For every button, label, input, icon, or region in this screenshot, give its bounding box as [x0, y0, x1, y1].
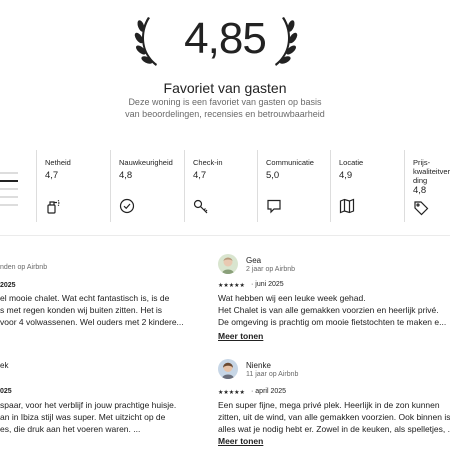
review-text-line: spaar, voor het verblijf in jouw prachti…	[0, 400, 177, 410]
review-date: 2025	[0, 282, 16, 289]
review-text-line: es, die druk aan het voeren waren. ...	[0, 424, 141, 434]
category-label-line: Prijs-	[413, 158, 431, 167]
category-location: Locatie 4,9	[330, 150, 405, 222]
reviewer-tenure: 2 jaar op Airbnb	[246, 266, 296, 273]
category-checkin: Check-in 4,7	[184, 150, 258, 222]
distribution-bar	[0, 188, 18, 190]
review-date-text: april 2025	[255, 388, 287, 395]
laurel-right-icon	[275, 17, 298, 66]
rating-distribution	[0, 150, 32, 222]
category-accuracy: Nauwkeurigheid 4,8	[110, 150, 185, 222]
review-text-line: s met regen konden wij buiten zitten. He…	[0, 305, 163, 315]
distribution-bar	[0, 172, 18, 174]
map-icon	[339, 198, 355, 214]
spray-bottle-icon	[47, 199, 60, 214]
key-icon	[193, 199, 208, 214]
category-label: Nauwkeurigheid	[119, 158, 173, 167]
category-label-line: kwaliteitverh	[413, 167, 450, 176]
review-date: · april 2025	[251, 388, 287, 395]
review-text-line: alles wat je nodig hebt er. Zowel in de …	[218, 424, 450, 434]
review-date: · juni 2025	[251, 281, 284, 288]
category-value: 4,7	[45, 170, 59, 181]
category-value: 4,8	[413, 185, 427, 196]
distribution-bar	[0, 180, 18, 182]
review-text-line: Het Chalet is van alle gemakken voorzien…	[218, 305, 439, 315]
message-icon	[267, 199, 281, 214]
category-value: 4,7	[193, 170, 207, 181]
category-value: 5,0	[266, 170, 280, 181]
avatar[interactable]	[218, 359, 238, 379]
star-rating: ★★★★★	[218, 390, 245, 396]
review-text-line: Wat hebben wij een leuke week gehad.	[218, 293, 366, 303]
overall-rating: 4,85	[184, 14, 267, 63]
review-text-line: Een super fijne, mega privé plek. Heerli…	[218, 400, 440, 410]
category-ratings: Netheid 4,7 Nauwkeurigheid 4,8 Check-in …	[0, 150, 450, 222]
guest-favorite-description: Deze woning is een favoriet van gasten o…	[125, 97, 325, 119]
review-date-text: juni 2025	[255, 281, 284, 288]
review-text-line: el mooie chalet. Wat echt fantastisch is…	[0, 293, 170, 303]
rating-header: 4,85	[0, 8, 450, 70]
category-label: Communicatie	[266, 158, 314, 167]
show-more-link[interactable]: Meer tonen	[218, 331, 263, 341]
category-label: Check-in	[193, 158, 223, 167]
category-value-for-money: Prijs- kwaliteitverh ding 4,8	[404, 150, 450, 222]
show-more-link[interactable]: Meer tonen	[218, 436, 263, 446]
section-divider	[0, 235, 450, 236]
review-text-line: an in Ibiza stijl was super. Met uitzich…	[0, 412, 166, 422]
category-value: 4,9	[339, 170, 353, 181]
review-date: 025	[0, 388, 12, 395]
avatar[interactable]	[218, 254, 238, 274]
reviewer-tenure: 11 jaar op Airbnb	[246, 371, 299, 378]
distribution-bar	[0, 196, 18, 198]
category-value: 4,8	[119, 170, 133, 181]
category-label: Locatie	[339, 158, 364, 167]
star-rating: ★★★★★	[218, 283, 245, 289]
category-label: Netheid	[45, 158, 71, 167]
distribution-bar	[0, 204, 18, 206]
category-cleanliness: Netheid 4,7	[36, 150, 111, 222]
check-circle-icon	[119, 198, 135, 214]
review-text-line: voor 4 volwassenen. Wel ouders met 2 kin…	[0, 317, 184, 327]
guest-favorite-title: Favoriet van gasten	[163, 80, 287, 96]
tag-icon	[414, 201, 429, 216]
category-communication: Communicatie 5,0	[257, 150, 331, 222]
review-text-line: De omgeving is prachtig om mooie fietsto…	[218, 317, 447, 327]
reviewer-tenure: nden op Airbnb	[0, 264, 48, 271]
category-label-line: ding	[413, 176, 428, 185]
reviewer-name: Gea	[246, 256, 262, 265]
reviewer-name: Nienke	[246, 361, 271, 370]
reviewer-name: ek	[0, 361, 9, 370]
review-text-line: zitten, uit de wind, van alle gemakken v…	[218, 412, 450, 422]
